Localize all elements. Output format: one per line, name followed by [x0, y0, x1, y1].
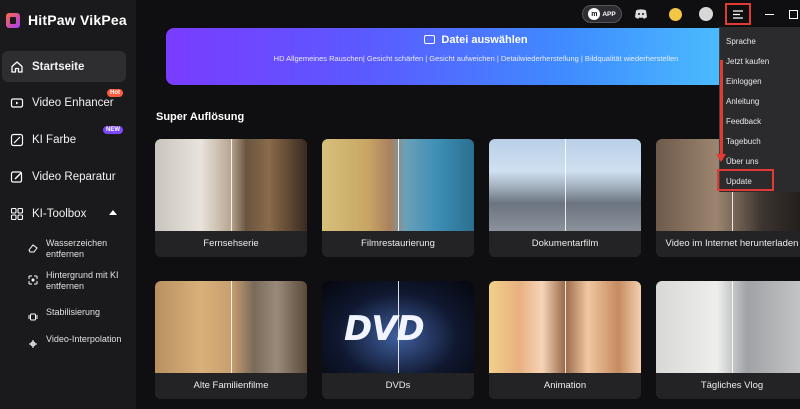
- file-select-banner[interactable]: Datei auswählen HD Allgemeines Rauschen|…: [166, 28, 786, 85]
- main-menu-dropdown: Sprache Jetzt kaufen Einloggen Anleitung…: [719, 27, 800, 192]
- toolbox-icon: [10, 207, 24, 221]
- menu-item-anleitung[interactable]: Anleitung: [726, 97, 759, 106]
- card-caption: Filmrestaurierung: [322, 231, 474, 257]
- card-fernsehserie[interactable]: Fernsehserie: [155, 139, 307, 257]
- card-caption: Dokumentarfilm: [489, 231, 641, 257]
- card-image: [489, 139, 641, 231]
- stabilize-icon: [28, 309, 38, 321]
- discord-icon[interactable]: [632, 5, 650, 23]
- video-enhancer-icon: [10, 96, 24, 110]
- section-title: Super Auflösung: [156, 111, 245, 123]
- toolbox-item-wasserzeichen[interactable]: Wasserzeichen entfernen: [28, 238, 134, 260]
- app-download-button[interactable]: m APP: [582, 5, 622, 23]
- sidebar-item-label: Startseite: [32, 60, 85, 73]
- settings-badge-icon[interactable]: [666, 5, 684, 23]
- sidebar: HitPaw VikPea Startseite Video Enhancer …: [0, 0, 136, 409]
- maximize-icon[interactable]: [787, 5, 799, 23]
- card-image: [155, 139, 307, 231]
- card-caption: Animation: [489, 373, 641, 399]
- sidebar-item-ki-farbe[interactable]: KI Farbe NEW: [2, 124, 126, 155]
- toolbox-item-label: Video-Interpolation: [46, 334, 122, 344]
- banner-title-row: Datei auswählen: [166, 34, 786, 46]
- menu-item-feedback[interactable]: Feedback: [726, 117, 761, 126]
- sidebar-item-label: KI-Toolbox: [32, 207, 87, 220]
- home-icon: [10, 60, 24, 74]
- sidebar-item-startseite[interactable]: Startseite: [2, 51, 126, 82]
- main-content: Datei auswählen HD Allgemeines Rauschen|…: [136, 28, 800, 409]
- toolbox-item-label: Stabilisierung: [46, 307, 101, 317]
- background-remove-icon: [28, 272, 38, 285]
- hot-badge: Hot: [107, 89, 123, 97]
- card-animation[interactable]: Animation: [489, 281, 641, 399]
- eraser-icon: [28, 240, 38, 253]
- card-caption: DVDs: [322, 373, 474, 399]
- account-icon[interactable]: [697, 5, 715, 23]
- card-image: [322, 139, 474, 231]
- app-title: HitPaw VikPea: [28, 12, 127, 28]
- card-dokumentarfilm[interactable]: Dokumentarfilm: [489, 139, 641, 257]
- card-image: [155, 281, 307, 373]
- interpolation-icon: [28, 336, 38, 348]
- repair-icon: [10, 170, 24, 184]
- app-badge-icon: m: [588, 8, 601, 20]
- card-image: [489, 281, 641, 373]
- card-caption: Video im Internet herunterladen: [656, 231, 800, 257]
- card-taegliches-vlog[interactable]: Tägliches Vlog: [656, 281, 800, 399]
- menu-item-sprache[interactable]: Sprache: [726, 37, 756, 46]
- chevron-up-icon: [109, 210, 117, 215]
- card-caption: Tägliches Vlog: [656, 373, 800, 399]
- menu-icon: [733, 9, 743, 19]
- app-window: HitPaw VikPea Startseite Video Enhancer …: [0, 0, 800, 409]
- card-caption: Fernsehserie: [155, 231, 307, 257]
- toolbox-item-label: Hintergrund mit KI entfernen: [46, 270, 119, 291]
- annotation-arrow: [720, 60, 723, 160]
- menu-item-jetzt-kaufen[interactable]: Jetzt kaufen: [726, 57, 769, 66]
- card-alte-familienfilme[interactable]: Alte Familienfilme: [155, 281, 307, 399]
- banner-subtitle: HD Allgemeines Rauschen| Gesicht schärfe…: [273, 54, 679, 63]
- menu-button[interactable]: [725, 3, 751, 25]
- sidebar-item-label: Video Reparatur: [32, 170, 116, 183]
- new-badge: NEW: [103, 126, 123, 134]
- card-caption: Alte Familienfilme: [155, 373, 307, 399]
- card-filmrestaurierung[interactable]: Filmrestaurierung: [322, 139, 474, 257]
- menu-item-tagebuch[interactable]: Tagebuch: [726, 137, 761, 146]
- card-image: [656, 281, 800, 373]
- annotation-arrow-head: [716, 154, 726, 162]
- toolbox-item-stabilisierung[interactable]: Stabilisierung: [28, 307, 134, 321]
- toolbox-item-interpolation[interactable]: Video-Interpolation: [28, 334, 134, 348]
- card-dvds[interactable]: DVD DVDs: [322, 281, 474, 399]
- select-file-label: Datei auswählen: [441, 34, 528, 46]
- sidebar-item-label: KI Farbe: [32, 133, 77, 146]
- sidebar-item-ki-toolbox[interactable]: KI-Toolbox: [2, 198, 126, 229]
- toolbox-item-label: Wasserzeichen entfernen: [46, 238, 108, 259]
- menu-item-ueber-uns[interactable]: Über uns: [726, 157, 758, 166]
- update-highlight-box: [717, 169, 774, 191]
- dvd-logo: DVD: [344, 309, 425, 349]
- sidebar-item-video-reparatur[interactable]: Video Reparatur: [2, 161, 126, 192]
- top-bar: m APP: [136, 0, 800, 28]
- toolbox-item-hintergrund[interactable]: Hintergrund mit KI entfernen: [28, 270, 134, 292]
- sidebar-item-video-enhancer[interactable]: Video Enhancer Hot: [2, 87, 126, 118]
- sidebar-item-label: Video Enhancer: [32, 96, 114, 109]
- ai-color-icon: [10, 133, 24, 147]
- brand: HitPaw VikPea: [6, 12, 127, 28]
- folder-plus-icon: [424, 35, 436, 44]
- app-badge-label: APP: [602, 10, 616, 18]
- app-logo-icon: [6, 12, 20, 28]
- card-image: DVD: [322, 281, 474, 373]
- minimize-icon[interactable]: [763, 5, 775, 23]
- menu-item-einloggen[interactable]: Einloggen: [726, 77, 762, 86]
